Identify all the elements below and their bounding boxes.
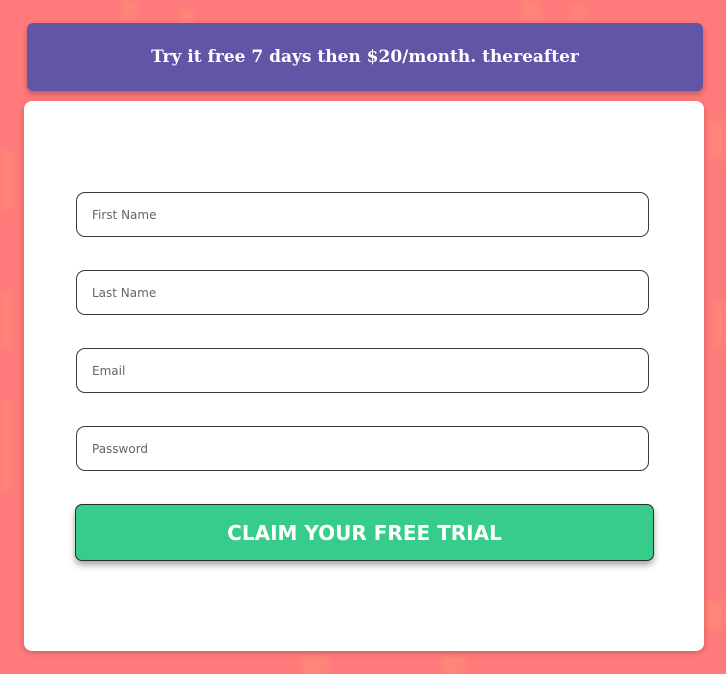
password-input[interactable] (76, 426, 649, 471)
promo-banner: Try it free 7 days then $20/month. there… (27, 23, 703, 91)
last-name-input[interactable] (76, 270, 649, 315)
signup-form-card: CLAIM YOUR FREE TRIAL (24, 101, 704, 651)
claim-free-trial-button[interactable]: CLAIM YOUR FREE TRIAL (75, 504, 654, 561)
promo-text: Try it free 7 days then $20/month. there… (151, 47, 579, 67)
email-input[interactable] (76, 348, 649, 393)
first-name-input[interactable] (76, 192, 649, 237)
